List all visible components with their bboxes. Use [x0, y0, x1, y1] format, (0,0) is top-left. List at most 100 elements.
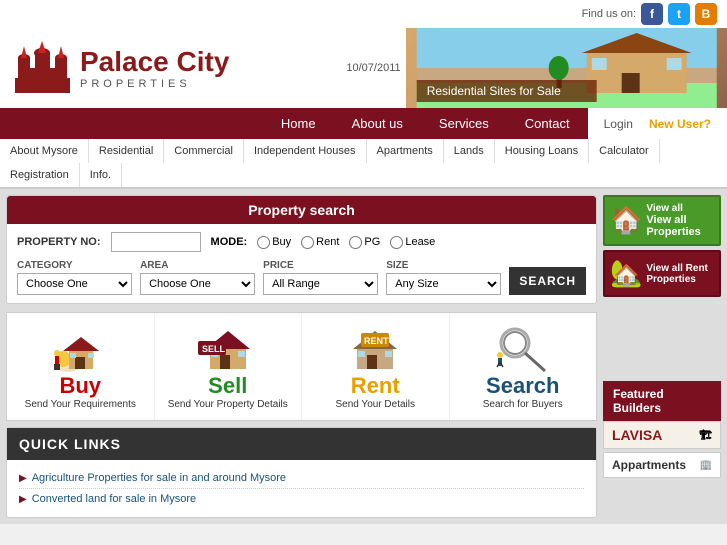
price-select[interactable]: All Range — [263, 273, 378, 295]
category-select[interactable]: Choose One — [17, 273, 132, 295]
category-field: CATEGORY Choose One — [17, 260, 132, 295]
banner-illustration: Residential Sites for Sale — [406, 28, 727, 108]
social-twitter[interactable]: t — [668, 3, 690, 25]
social-facebook[interactable]: f — [641, 3, 663, 25]
logo-name: Palace City — [80, 46, 229, 78]
size-label: SIZE — [386, 260, 501, 271]
nav-home[interactable]: Home — [263, 108, 334, 139]
size-field: SIZE Any Size — [386, 260, 501, 295]
search-body: PROPERTY NO: MODE: Buy Rent PG Lease CAT… — [7, 224, 596, 303]
view-all-properties-btn[interactable]: 🏠 View all View all Properties — [603, 195, 721, 246]
svg-text:RENT: RENT — [364, 336, 389, 346]
banner-image: Residential Sites for Sale — [406, 28, 727, 108]
subnav-independent-houses[interactable]: Independent Houses — [244, 139, 367, 163]
search-header: Property search — [7, 196, 596, 224]
view-rent-icon: 🏡 — [610, 258, 642, 289]
ql-item[interactable]: ▶ Agriculture Properties for sale in and… — [19, 468, 584, 489]
quick-links: QUICK LINKS ▶ Agriculture Properties for… — [6, 427, 597, 518]
sell-title: Sell — [208, 373, 247, 399]
action-buy[interactable]: Buy Send Your Requirements — [7, 313, 155, 420]
featured-item-2[interactable]: Appartments 🏢 — [603, 452, 721, 478]
search-title: Search — [486, 373, 559, 399]
mode-radio-group: Buy Rent PG Lease — [257, 236, 435, 249]
featured-header: Featured Builders — [603, 381, 721, 421]
rent-subtitle: Send Your Details — [335, 399, 415, 410]
bottom-section: QUICK LINKS ▶ Agriculture Properties for… — [6, 421, 597, 518]
action-search[interactable]: Search Search for Buyers — [450, 313, 597, 420]
search-subtitle: Search for Buyers — [483, 399, 563, 410]
header-banner: Residential Sites for Sale — [406, 28, 727, 108]
subnav-apartments[interactable]: Apartments — [367, 139, 444, 163]
search-btn-area: SEARCH — [509, 267, 586, 295]
sub-nav: About Mysore Residential Commercial Inde… — [0, 139, 727, 189]
svg-text:Residential Sites for Sale: Residential Sites for Sale — [426, 84, 560, 98]
mode-buy[interactable]: Buy — [257, 236, 291, 249]
subnav-commercial[interactable]: Commercial — [164, 139, 244, 163]
action-cards: Buy Send Your Requirements SELL Sell Sen… — [6, 312, 597, 421]
search-row2: CATEGORY Choose One AREA Choose One PRIC… — [17, 260, 586, 295]
featured-item-1[interactable]: LAVISA 🏗 — [603, 421, 721, 449]
nav-about[interactable]: About us — [334, 108, 421, 139]
nav-services[interactable]: Services — [421, 108, 507, 139]
size-select[interactable]: Any Size — [386, 273, 501, 295]
search-illustration — [495, 323, 550, 373]
login-link[interactable]: Login — [596, 114, 641, 134]
nav-bar: Home About us Services Contact Login New… — [0, 108, 727, 139]
featured-builders: Featured Builders LAVISA 🏗 Appartments 🏢 — [603, 381, 721, 481]
subnav-about-mysore[interactable]: About Mysore — [0, 139, 89, 163]
search-button[interactable]: SEARCH — [509, 267, 586, 295]
ql-arrow-2: ▶ — [19, 494, 27, 505]
mode-rent[interactable]: Rent — [301, 236, 339, 249]
social-blogger[interactable]: B — [695, 3, 717, 25]
mode-pg[interactable]: PG — [349, 236, 380, 249]
ql-arrow-1: ▶ — [19, 473, 27, 484]
subnav-calculator[interactable]: Calculator — [589, 139, 660, 163]
category-label: CATEGORY — [17, 260, 132, 271]
rent-title: Rent — [351, 373, 400, 399]
new-user-link[interactable]: New User? — [641, 114, 719, 134]
view-rent-properties-btn[interactable]: 🏡 View all Rent Properties — [603, 250, 721, 297]
view-all-icon: 🏠 — [610, 205, 642, 236]
sell-subtitle: Send Your Property Details — [168, 399, 288, 410]
subnav-lands[interactable]: Lands — [444, 139, 495, 163]
nav-contact[interactable]: Contact — [507, 108, 588, 139]
search-row1: PROPERTY NO: MODE: Buy Rent PG Lease — [17, 232, 586, 252]
action-rent[interactable]: RENT Rent Send Your Details — [302, 313, 450, 420]
area-select[interactable]: Choose One — [140, 273, 255, 295]
svg-text:SELL: SELL — [202, 344, 226, 354]
logo-sub: PROPERTIES — [80, 78, 229, 90]
subnav-housing-loans[interactable]: Housing Loans — [495, 139, 589, 163]
view-all-text: View all View all Properties — [646, 203, 714, 238]
ql-item-2[interactable]: ▶ Converted land for sale in Mysore — [19, 489, 584, 509]
price-label: PRICE — [263, 260, 378, 271]
ql-body: ▶ Agriculture Properties for sale in and… — [7, 460, 596, 517]
subnav-info[interactable]: Info. — [80, 163, 122, 187]
mode-label: MODE: — [211, 236, 248, 248]
property-search-panel: Property search PROPERTY NO: MODE: Buy R… — [6, 195, 597, 304]
area-label: AREA — [140, 260, 255, 271]
find-us-text: Find us on: — [582, 8, 636, 20]
ql-link-1[interactable]: Agriculture Properties for sale in and a… — [32, 472, 286, 484]
subnav-registration[interactable]: Registration — [0, 163, 80, 187]
price-field: PRICE All Range — [263, 260, 378, 295]
buy-subtitle: Send Your Requirements — [25, 399, 136, 410]
date-text: 10/07/2011 — [346, 62, 400, 74]
prop-no-label: PROPERTY NO: — [17, 236, 101, 248]
logo-icon — [10, 38, 75, 98]
logo-text: Palace City PROPERTIES — [80, 46, 229, 90]
action-sell[interactable]: SELL Sell Send Your Property Details — [155, 313, 303, 420]
buy-illustration — [53, 323, 108, 373]
ql-link-2[interactable]: Converted land for sale in Mysore — [32, 493, 196, 505]
ql-header: QUICK LINKS — [7, 428, 596, 460]
subnav-residential[interactable]: Residential — [89, 139, 164, 163]
logo-area: Palace City PROPERTIES — [0, 28, 341, 108]
header-top-row: Find us on: f t B — [0, 0, 727, 28]
header: Palace City PROPERTIES 10/07/2011 — [0, 28, 727, 108]
left-column: Property search PROPERTY NO: MODE: Buy R… — [6, 195, 597, 518]
view-rent-text: View all Rent Properties — [646, 263, 714, 285]
property-no-input[interactable] — [111, 232, 201, 252]
area-field: AREA Choose One — [140, 260, 255, 295]
mode-lease[interactable]: Lease — [390, 236, 435, 249]
buy-title: Buy — [59, 373, 101, 399]
rent-illustration: RENT — [345, 323, 405, 373]
